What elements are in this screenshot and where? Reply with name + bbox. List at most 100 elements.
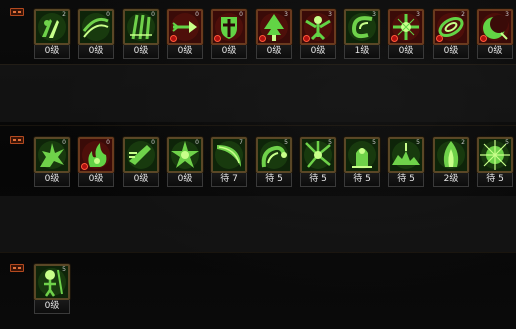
skill-level-label: 0级 <box>256 45 292 59</box>
skill-slot[interactable]: 0 0级 <box>34 137 70 187</box>
background-divider <box>0 125 516 126</box>
background-divider <box>0 64 516 65</box>
skill-level-label: 待 5 <box>477 173 513 187</box>
skill-level-label: 0级 <box>34 300 70 314</box>
skill-level-label: 待 5 <box>344 173 380 187</box>
skill-level-label: 0级 <box>433 45 469 59</box>
skill-icon-frame[interactable]: 3 <box>477 9 513 45</box>
skill-slot[interactable]: 5 待 5 <box>388 137 424 187</box>
skill-icon-frame[interactable]: 0 <box>167 9 203 45</box>
skill-level-label: 0级 <box>211 45 247 59</box>
skill-icon-frame[interactable]: 7 <box>211 137 247 173</box>
skill-icon-frame[interactable]: 2 <box>433 9 469 45</box>
row-marker-icon <box>10 136 24 144</box>
skill-slot[interactable]: 0 0级 <box>78 137 114 187</box>
locked-indicator-icon <box>259 35 266 42</box>
skill-slot[interactable]: 5 待 5 <box>477 137 513 187</box>
skill-icon-frame[interactable]: 0 <box>123 9 159 45</box>
skill-hotkey-number: 0 <box>151 11 155 18</box>
skill-icon-frame[interactable]: 5 <box>477 137 513 173</box>
skill-panel: 2 0级 0 0级 0 0级 0 0级 0 0级 3 0级 3 0级 3 1级 3 0级 2 0级 3 0级 0 0级 0 0级… <box>0 0 516 329</box>
skill-icon-frame[interactable]: 5 <box>34 264 70 300</box>
skill-icon-frame[interactable]: 0 <box>34 137 70 173</box>
row-marker-icon <box>10 8 24 16</box>
skill-icon-frame[interactable]: 0 <box>167 137 203 173</box>
skill-hotkey-number: 0 <box>62 139 66 146</box>
locked-indicator-icon <box>480 35 487 42</box>
locked-indicator-icon <box>214 35 221 42</box>
skill-level-label: 0级 <box>477 45 513 59</box>
skill-icon-frame[interactable]: 0 <box>123 137 159 173</box>
skill-level-label: 0级 <box>167 45 203 59</box>
skill-slot[interactable]: 5 待 5 <box>300 137 336 187</box>
skill-slot[interactable]: 0 0级 <box>167 137 203 187</box>
skill-hotkey-number: 0 <box>106 139 110 146</box>
skill-level-label: 0级 <box>300 45 336 59</box>
skill-icon-frame[interactable]: 3 <box>344 9 380 45</box>
skill-hotkey-number: 7 <box>239 139 243 146</box>
skill-icon-frame[interactable]: 3 <box>388 9 424 45</box>
skill-icon-frame[interactable]: 0 <box>211 9 247 45</box>
background-divider <box>0 252 516 253</box>
skill-slot[interactable]: 3 0级 <box>300 9 336 59</box>
skill-level-label: 0级 <box>34 45 70 59</box>
skill-level-label: 2级 <box>433 173 469 187</box>
skill-slot[interactable]: 0 0级 <box>123 9 159 59</box>
skill-icon-frame[interactable]: 5 <box>344 137 380 173</box>
skill-slot[interactable]: 3 0级 <box>477 9 513 59</box>
skill-level-label: 0级 <box>78 45 114 59</box>
skill-level-label: 0级 <box>123 173 159 187</box>
skill-hotkey-number: 5 <box>505 139 509 146</box>
skill-icon-frame[interactable]: 0 <box>78 137 114 173</box>
skill-icon-frame[interactable]: 5 <box>300 137 336 173</box>
skill-level-label: 待 5 <box>300 173 336 187</box>
skill-icon-frame[interactable]: 5 <box>256 137 292 173</box>
skill-hotkey-number: 5 <box>416 139 420 146</box>
locked-indicator-icon <box>170 35 177 42</box>
skill-icon-frame[interactable]: 2 <box>34 9 70 45</box>
skill-hotkey-number: 3 <box>328 11 332 18</box>
skill-slot[interactable]: 2 2级 <box>433 137 469 187</box>
locked-indicator-icon <box>391 35 398 42</box>
skill-slot[interactable]: 3 0级 <box>256 9 292 59</box>
skill-slot[interactable]: 3 1级 <box>344 9 380 59</box>
skill-icon-frame[interactable]: 5 <box>388 137 424 173</box>
skill-slot[interactable]: 5 待 5 <box>344 137 380 187</box>
skill-level-label: 1级 <box>344 45 380 59</box>
locked-indicator-icon <box>81 163 88 170</box>
skill-level-label: 0级 <box>78 173 114 187</box>
skill-hotkey-number: 3 <box>284 11 288 18</box>
skill-hotkey-number: 5 <box>372 139 376 146</box>
skill-level-label: 0级 <box>388 45 424 59</box>
locked-indicator-icon <box>436 35 443 42</box>
skill-hotkey-number: 2 <box>461 11 465 18</box>
skill-hotkey-number: 2 <box>62 11 66 18</box>
skill-slot[interactable]: 0 0级 <box>167 9 203 59</box>
row-marker-icon <box>10 264 24 272</box>
background-shade <box>0 196 516 252</box>
skill-slot[interactable]: 0 0级 <box>123 137 159 187</box>
skill-hotkey-number: 5 <box>62 266 66 273</box>
skill-hotkey-number: 3 <box>372 11 376 18</box>
skill-level-label: 待 7 <box>211 173 247 187</box>
locked-indicator-icon <box>303 35 310 42</box>
skill-icon-frame[interactable]: 3 <box>300 9 336 45</box>
skill-slot[interactable]: 2 0级 <box>34 9 70 59</box>
background-shade <box>0 64 516 122</box>
skill-slot[interactable]: 0 0级 <box>78 9 114 59</box>
skill-hotkey-number: 0 <box>151 139 155 146</box>
skill-hotkey-number: 5 <box>328 139 332 146</box>
skill-hotkey-number: 2 <box>461 139 465 146</box>
skill-icon-frame[interactable]: 0 <box>78 9 114 45</box>
skill-hotkey-number: 5 <box>284 139 288 146</box>
skill-icon-frame[interactable]: 3 <box>256 9 292 45</box>
skill-slot[interactable]: 0 0级 <box>211 9 247 59</box>
skill-slot[interactable]: 7 待 7 <box>211 137 247 187</box>
skill-slot[interactable]: 3 0级 <box>388 9 424 59</box>
skill-slot[interactable]: 5 0级 <box>34 264 70 314</box>
skill-slot[interactable]: 2 0级 <box>433 9 469 59</box>
skill-icon-frame[interactable]: 2 <box>433 137 469 173</box>
skill-hotkey-number: 0 <box>106 11 110 18</box>
skill-slot[interactable]: 5 待 5 <box>256 137 292 187</box>
skill-hotkey-number: 0 <box>195 11 199 18</box>
